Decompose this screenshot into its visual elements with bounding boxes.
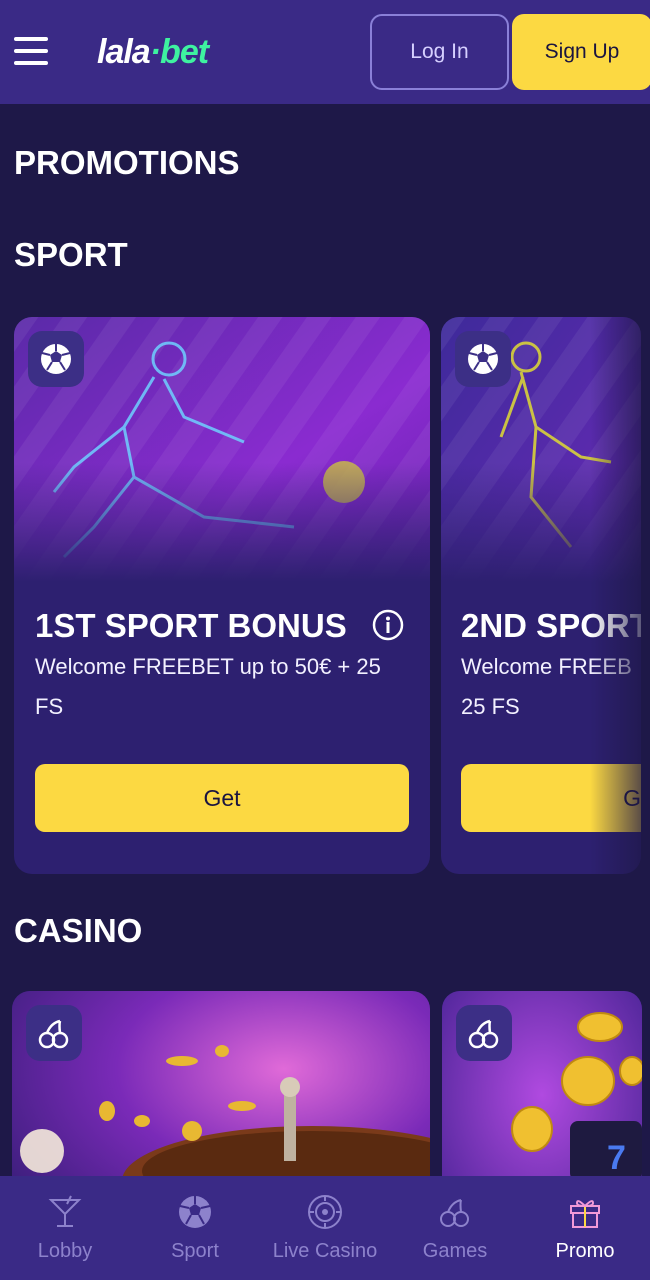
card-description: Welcome FREEB 25 FS [461, 654, 632, 719]
soccer-ball-icon [455, 331, 511, 387]
card-title: 1ST SPORT BONUS [35, 607, 347, 644]
get-bonus-button[interactable]: Get [35, 764, 409, 832]
cocktail-icon [48, 1195, 82, 1227]
hamburger-menu-icon[interactable] [12, 34, 50, 68]
cherries-icon [456, 1005, 512, 1061]
nav-item-promo[interactable]: Promo [520, 1176, 650, 1280]
nav-label: Games [422, 1240, 488, 1262]
gift-icon [570, 1200, 600, 1228]
login-button[interactable]: Log In [370, 14, 509, 90]
roulette-chip-icon [308, 1195, 342, 1229]
nav-item-sport[interactable]: Sport [130, 1176, 260, 1280]
nav-item-live-casino[interactable]: Live Casino [260, 1176, 390, 1280]
nav-item-games[interactable]: Games [390, 1176, 520, 1280]
nav-label: Lobby [37, 1240, 93, 1262]
nav-label: Live Casino [272, 1240, 378, 1262]
soccer-ball-icon [179, 1196, 211, 1228]
svg-text:7: 7 [607, 1139, 626, 1177]
promo-card-sport-1: 1ST SPORT BONUS Welcome FREEBET up to 50… [14, 317, 430, 874]
lalabet-logo[interactable]: lala·bet [97, 30, 209, 74]
section-title-casino: CASINO [14, 912, 143, 949]
page-title: PROMOTIONS [14, 144, 240, 181]
card-description: Welcome FREEBET up to 50€ + 25 FS [35, 654, 381, 719]
soccer-ball-icon [28, 331, 84, 387]
get-bonus-button[interactable]: G [461, 764, 641, 832]
nav-label: Promo [555, 1240, 615, 1262]
bottom-nav: Lobby Sport Live Casino Games Promo [0, 1176, 650, 1280]
nav-label: Sport [171, 1240, 219, 1262]
cherries-icon [26, 1005, 82, 1061]
signup-button[interactable]: Sign Up [512, 14, 650, 90]
promo-card-sport-2: 2ND SPORT Welcome FREEB 25 FS G [441, 317, 641, 874]
cherries-icon [440, 1199, 469, 1227]
top-header: lala·bet Log In Sign Up [0, 0, 650, 104]
card-title: 2ND SPORT [461, 607, 641, 644]
nav-item-lobby[interactable]: Lobby [0, 1176, 130, 1280]
info-icon[interactable] [372, 609, 404, 641]
section-title-sport: SPORT [14, 236, 128, 273]
